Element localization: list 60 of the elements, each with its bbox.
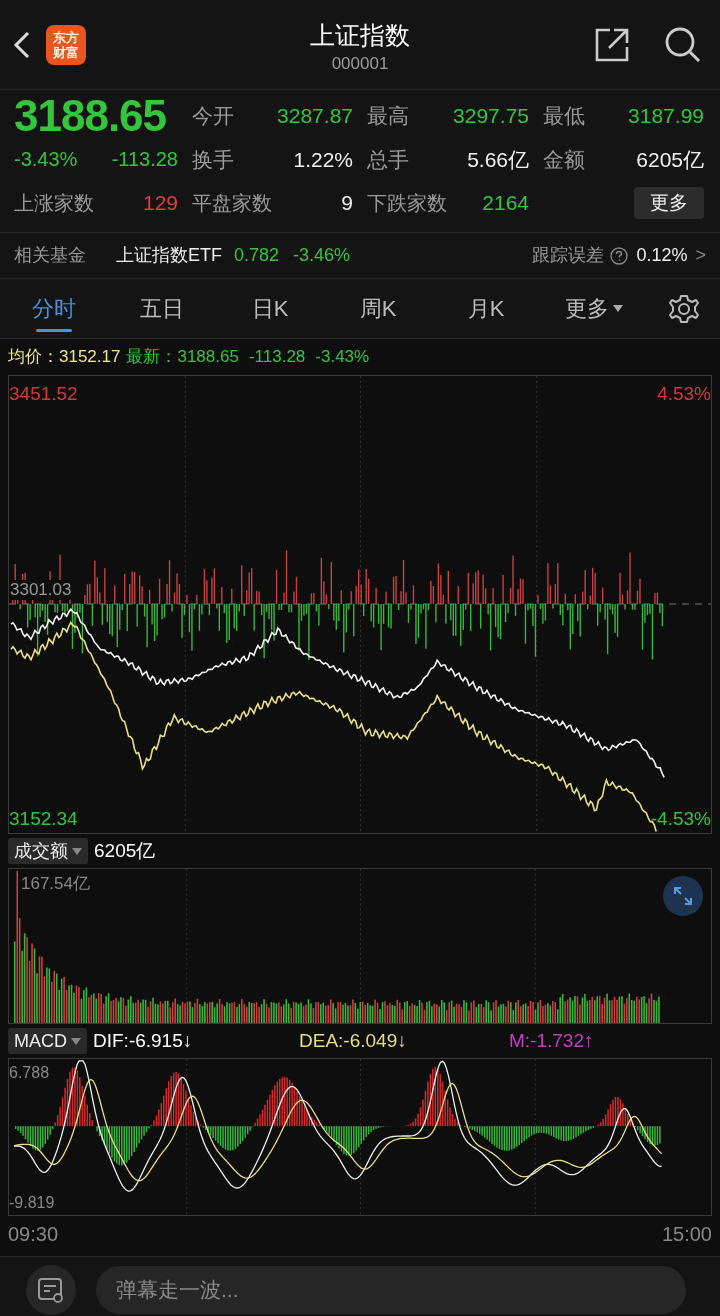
chart-tab[interactable]: 周K <box>324 279 432 338</box>
stat-value: 9 <box>341 190 353 217</box>
stat-value: 129 <box>142 190 178 217</box>
macd-max: 6.788 <box>9 1063 50 1083</box>
chart-tab[interactable]: 月K <box>432 279 540 338</box>
tracking-label: 跟踪误差 <box>532 244 605 267</box>
stat-value: 1.22% <box>293 147 353 174</box>
stat-label: 今开 <box>192 103 234 130</box>
stat-value: 3297.75 <box>453 103 529 130</box>
volume-max: 167.54亿 <box>21 873 90 895</box>
stat-value: 5.66亿 <box>467 147 529 174</box>
indicator-dropdown[interactable]: MACD <box>8 1028 87 1054</box>
change-value: -113.28 <box>111 147 178 172</box>
stat-label: 金额 <box>543 147 585 174</box>
dea-value: DEA:-6.049↓ <box>299 1028 408 1053</box>
axis-min: 3152.34 <box>9 806 78 831</box>
percent-min: -4.53% <box>650 806 711 831</box>
volume-total: 6205亿 <box>94 838 156 863</box>
average-price: 均价：3152.17 <box>8 346 121 369</box>
time-start: 09:30 <box>8 1222 59 1247</box>
change-percent: -3.43% <box>14 147 78 172</box>
stat-label: 换手 <box>192 147 234 174</box>
comment-field[interactable]: 弹幕走一波... <box>96 1265 686 1314</box>
chevron-text: > <box>695 244 706 267</box>
stat-value: 3187.99 <box>628 103 704 130</box>
stat-label: 最高 <box>367 103 409 130</box>
chart-tab[interactable]: 日K <box>216 279 324 338</box>
stat-value: 3287.87 <box>277 103 353 130</box>
m-value: M:-1.732↑ <box>509 1028 594 1053</box>
latest-change: -113.28 <box>248 346 306 369</box>
app-logo: 东方 财富 <box>46 24 86 65</box>
stat-label: 下跌家数 <box>367 191 447 216</box>
more-button[interactable]: 更多 <box>634 187 704 219</box>
latest-label: 最新： <box>126 346 178 369</box>
dif-value: DIF:-6.915↓ <box>93 1028 194 1053</box>
axis-max: 3451.52 <box>9 382 78 406</box>
stat-value: 2164 <box>482 190 529 217</box>
latest-price: 3188.65 <box>177 346 239 369</box>
macd-min: -9.819 <box>9 1193 55 1213</box>
time-end: 15:00 <box>661 1222 712 1247</box>
indicator-dropdown[interactable]: 成交额 <box>8 838 88 864</box>
fund-price: 0.782 <box>234 244 280 267</box>
stat-label: 上涨家数 <box>14 191 94 216</box>
stat-value: 6205亿 <box>636 147 704 174</box>
fund-change: -3.46% <box>293 244 351 267</box>
chart-tab[interactable]: 分时 <box>0 279 108 338</box>
chart-tab[interactable]: 更多 <box>540 279 648 338</box>
last-price: 3188.65 <box>14 94 167 138</box>
percent-max: 4.53% <box>657 382 711 406</box>
stock-code: 000001 <box>331 53 389 75</box>
fund-link[interactable]: 上证指数ETF <box>116 242 222 269</box>
tracking-value: 0.12% <box>636 244 688 267</box>
page-title: 上证指数 <box>310 20 410 51</box>
chart-tab[interactable]: 五日 <box>108 279 216 338</box>
fund-label: 相关基金 <box>14 244 86 267</box>
axis-middle: 3301.03 <box>10 580 74 600</box>
latest-percent: -3.43% <box>315 346 370 369</box>
stat-label: 最低 <box>543 103 585 130</box>
stat-label: 平盘家数 <box>192 191 272 216</box>
stat-label: 总手 <box>367 147 409 174</box>
